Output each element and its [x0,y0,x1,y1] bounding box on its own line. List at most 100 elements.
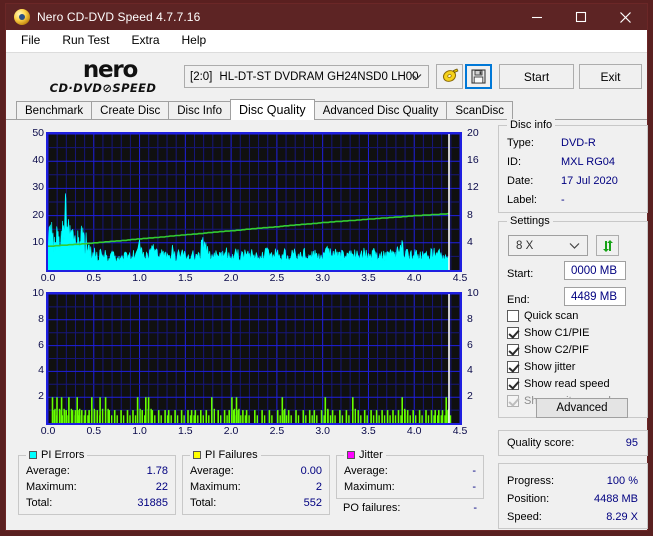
charts-area: recorded with hp TS-LB23L 10203040504812… [6,120,490,530]
y2-axis-tick-label: 4 [467,364,473,377]
stat-value: 0.00 [300,465,322,477]
x-axis-tick-label: 1.0 [132,425,147,437]
advanced-button[interactable]: Advanced [536,398,628,418]
menu-item-run-test[interactable]: Run Test [56,31,119,50]
x-axis-tick-label: 2.5 [269,425,285,437]
stat-row: Total: 31885 [26,497,168,509]
pi-errors-color-swatch [29,451,37,459]
stat-label: Maximum: [344,481,395,493]
save-button[interactable] [465,64,492,89]
y-axis-tick-label: 30 [32,181,44,194]
pi-failures-stats-title: PI Failures [190,449,261,461]
disc-info-title: Disc info [507,119,556,131]
checkbox-box [507,327,519,339]
stat-value: - [472,465,476,477]
checkbox-box [507,361,519,373]
stat-label: Average: [344,465,388,477]
pi-failures-title-text: PI Failures [205,449,258,461]
po-failures-row: PO failures: - [343,502,477,514]
stat-row: Average: 0.00 [190,465,322,477]
checkbox-label: Show read speed [524,378,610,390]
quality-score-value: 95 [625,437,638,449]
start-value: 0000 MB [571,264,618,277]
speed-dropdown[interactable]: 8 X [508,235,588,256]
minimize-button[interactable] [515,4,559,30]
refresh-button[interactable] [596,235,619,256]
disc-id-label: ID: [507,156,522,168]
chevron-down-icon [411,66,422,87]
progress-label: Progress: [507,475,555,487]
po-failures-label: PO failures: [343,502,401,514]
checkbox-label: Show C1/PIE [524,327,590,339]
quality-score-label: Quality score: [507,437,575,449]
tab-disc-info[interactable]: Disc Info [168,101,231,119]
pi-failures-color-swatch [193,451,201,459]
checkbox-label: Quick scan [524,310,579,322]
speed-label: Speed: [507,511,542,523]
drive-dropdown[interactable]: [2:0] HL-DT-ST DVDRAM GH24NSD0 LH00 [184,65,429,88]
end-input[interactable]: 4489 MB [564,287,626,306]
stat-value: 31885 [137,497,168,509]
end-value: 4489 MB [571,290,618,303]
checkbox-box [507,378,519,390]
checkbox-box [507,395,519,407]
checkbox-show-c1-pie[interactable]: Show C1/PIE [507,327,589,339]
pi-failures-plot [48,294,460,423]
position-label: Position: [507,493,550,505]
speed-value: 8.29 X [606,511,638,523]
disc-quality-panel: recorded with hp TS-LB23L 10203040504812… [6,119,648,530]
menu-bar: File Run Test Extra Help [6,30,647,52]
exit-button[interactable]: Exit [579,64,642,89]
jitter-title-text: Jitter [359,449,383,461]
disc-date-label: Date: [507,175,534,187]
menu-item-extra[interactable]: Extra [125,31,169,50]
maximize-button[interactable] [559,4,603,30]
checkbox-label: Show jitter [524,361,576,373]
checkbox-quick-scan[interactable]: Quick scan [507,310,578,322]
window-controls [515,4,647,30]
y2-axis-tick-label: 20 [467,127,479,139]
progress-value: 100 % [606,475,638,487]
right-panel: Disc info Type: DVD-R ID: MXL RG04 Date:… [498,119,653,530]
tab-benchmark[interactable]: Benchmark [16,101,93,119]
disc-info-box: Disc info Type: DVD-R ID: MXL RG04 Date:… [498,119,648,213]
menu-item-file[interactable]: File [15,31,50,50]
tab-scandisc[interactable]: ScanDisc [446,101,513,119]
refresh-arrows-icon [602,239,613,252]
stat-label: Maximum: [26,481,77,493]
close-button[interactable] [603,4,647,30]
stat-value: 2 [315,481,322,493]
x-axis-tick-label: 3.0 [315,425,330,437]
jitter-stats-title: Jitter [344,449,386,461]
tab-create-disc[interactable]: Create Disc [91,101,170,119]
x-axis-tick-label: 2.0 [223,425,239,437]
stat-row: Average: 1.78 [26,465,168,477]
pi-errors-plot [48,134,460,270]
start-label: Start: [507,268,534,280]
pi-errors-chart: 10 20 30 40 50 4 8 12 16 20 0.0 0.5 1.0 1.5 2.0 2.5 3.0 3… [6,120,490,284]
tab-advanced-disc-quality[interactable]: Advanced Disc Quality [313,101,448,119]
checkbox-show-read-speed[interactable]: Show read speed [507,378,610,390]
y2-axis-tick-label: 8 [467,208,473,221]
pi-errors-stats: PI Errors Average: 1.78 Maximum: 22 Tota… [18,449,176,515]
po-failures-value: - [473,502,477,514]
pi-failures-stats: PI Failures Average: 0.00 Maximum: 2 Tot… [182,449,330,515]
checkbox-show-jitter[interactable]: Show jitter [507,361,575,373]
start-button[interactable]: Start [499,64,574,89]
disc-date-value: 17 Jul 2020 [561,175,618,187]
x-axis-tick-label: 0.5 [86,425,102,437]
checkbox-box [507,310,519,322]
checkbox-show-c2-pif[interactable]: Show C2/PIF [507,344,589,356]
stat-row: Total: 552 [190,497,322,509]
eject-disc-icon [442,68,458,82]
speed-value: 8 X [516,239,534,252]
tab-disc-quality[interactable]: Disc Quality [230,99,315,120]
start-input[interactable]: 0000 MB [564,261,626,280]
chevron-down-icon [569,241,580,253]
checkbox-box [507,344,519,356]
stat-value: 552 [303,497,322,509]
eject-disc-button[interactable] [436,64,463,89]
y-axis-tick-label: 20 [32,208,44,221]
menu-item-help[interactable]: Help [176,31,217,50]
x-axis-tick-label: 1.5 [178,425,193,437]
